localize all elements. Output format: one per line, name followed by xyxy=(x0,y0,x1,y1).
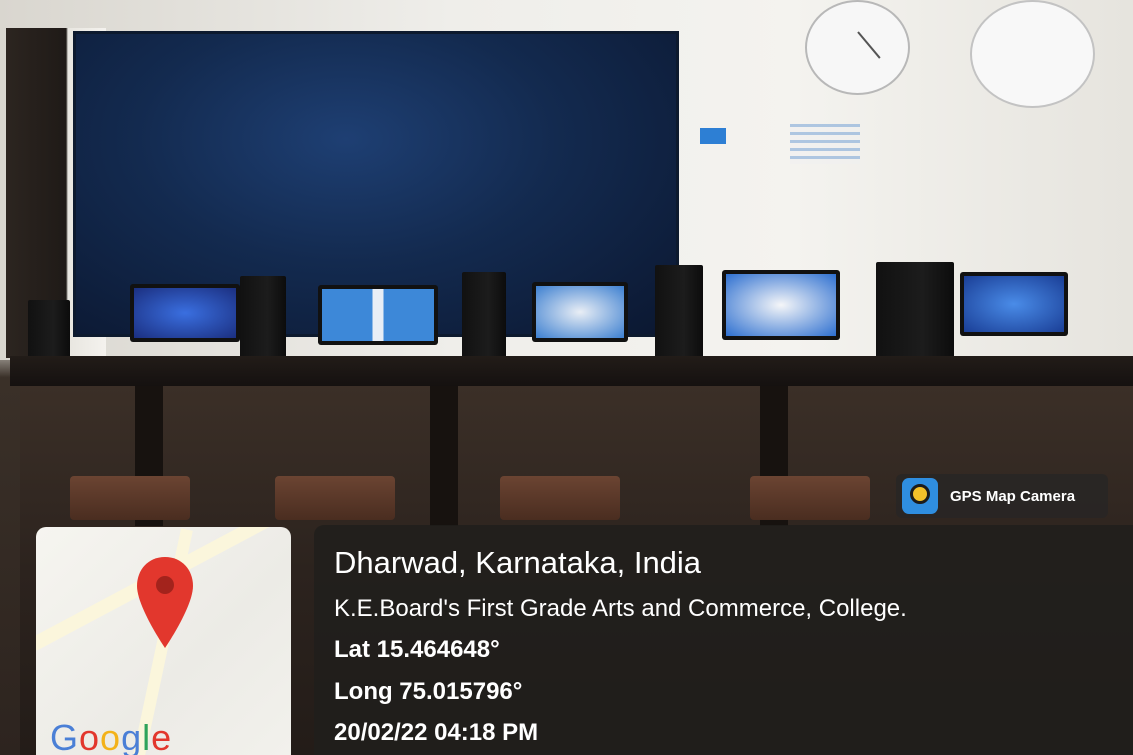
capture-timestamp: 20/02/22 04:18 PM xyxy=(334,719,539,746)
cpu-tower xyxy=(876,262,954,362)
wall-poster xyxy=(700,128,726,144)
cpu-tower xyxy=(655,265,703,365)
cpu-tower xyxy=(462,272,506,366)
monitor xyxy=(318,285,438,345)
location-info-panel: Dharwad, Karnataka, India K.E.Board's Fi… xyxy=(314,525,1133,755)
gps-badge-label: GPS Map Camera xyxy=(950,487,1076,505)
map-thumbnail: Google xyxy=(36,527,291,755)
monitor xyxy=(130,284,240,342)
cpu-tower xyxy=(240,276,286,362)
longitude-value: Long 75.015796° xyxy=(334,678,523,705)
wall-clock xyxy=(805,0,910,95)
location-address: K.E.Board's First Grade Arts and Commerc… xyxy=(334,595,907,622)
location-name: Dharwad, Karnataka, India xyxy=(334,545,702,580)
stool xyxy=(500,476,620,520)
gps-map-camera-badge: GPS Map Camera xyxy=(896,474,1108,518)
stool xyxy=(750,476,870,520)
desk-leg xyxy=(430,386,458,526)
gps-camera-icon xyxy=(902,478,938,514)
cpu-tower xyxy=(28,300,70,362)
monitor xyxy=(722,270,840,340)
wall-notice xyxy=(790,124,860,164)
desk-top xyxy=(10,356,1133,386)
google-logo-text: Google xyxy=(50,717,173,755)
google-logo: Google xyxy=(50,717,172,755)
monitor xyxy=(960,272,1068,336)
latitude-value: Lat 15.464648° xyxy=(334,636,500,663)
wall-clock-2 xyxy=(970,0,1095,108)
stool xyxy=(275,476,395,520)
stool xyxy=(70,476,190,520)
monitor xyxy=(532,282,628,342)
map-pin-icon xyxy=(137,557,193,648)
